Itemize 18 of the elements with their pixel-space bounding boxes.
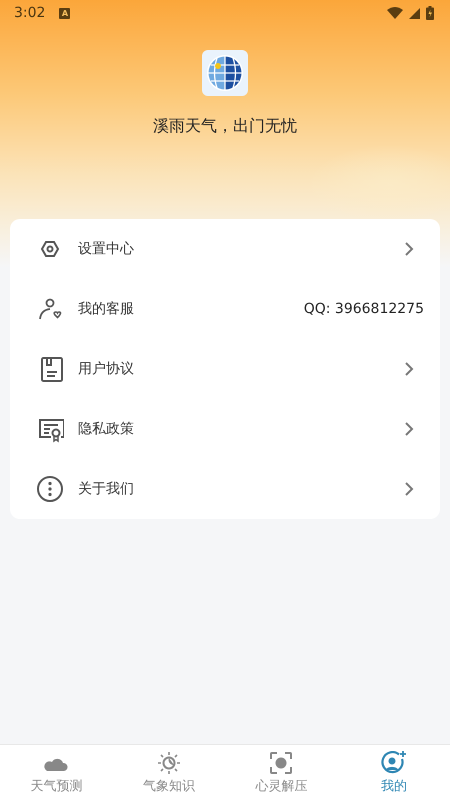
menu-label: 用户协议 xyxy=(78,360,135,378)
menu-label: 设置中心 xyxy=(78,240,135,258)
menu-item[interactable]: 设置中心 xyxy=(10,219,440,279)
status-time: 3:02 xyxy=(14,5,46,21)
menu-label: 关于我们 xyxy=(78,480,135,498)
nav-tab[interactable]: 我的 xyxy=(338,745,450,801)
menu-label: 隐私政策 xyxy=(78,420,135,438)
nav-tab[interactable]: 气象知识 xyxy=(112,745,225,801)
nav-tab[interactable]: 天气预测 xyxy=(0,745,112,801)
menu-value: QQ: 3966812275 xyxy=(304,301,424,317)
app-slogan: 溪雨天气，出门无忧 xyxy=(153,116,297,137)
menu-label: 我的客服 xyxy=(78,300,135,318)
notification-icon: A xyxy=(59,8,70,18)
menu-item[interactable]: 我的客服 QQ: 3966812275 xyxy=(10,279,440,339)
menu-item[interactable]: 用户协议 xyxy=(10,339,440,399)
nav-tab[interactable]: 心灵解压 xyxy=(225,745,338,801)
menu-item[interactable]: 关于我们 xyxy=(10,459,440,519)
menu-item[interactable]: 隐私政策 xyxy=(10,399,440,459)
